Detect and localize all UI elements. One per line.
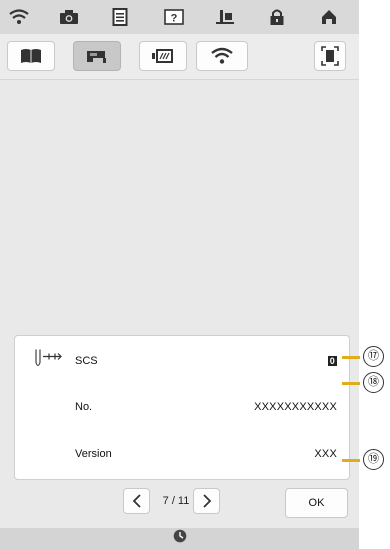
callout-number: ⑰ [363,346,384,367]
next-page-button[interactable] [193,488,220,514]
fullscreen-button[interactable] [314,41,346,71]
callout-line [342,356,360,359]
callout-18: ⑱ [342,372,390,394]
book-button[interactable] [7,41,55,71]
serial-number-row: No. XXXXXXXXXXX [15,385,351,429]
callout-17: ⑰ [342,346,390,368]
top-status-bar: ? [0,0,359,34]
svg-text:?: ? [171,13,178,25]
empty-display-area [0,80,359,328]
clock-icon[interactable] [173,529,187,548]
serial-number-label: No. [75,401,93,413]
machine-info-panel: SCS 0 No. XXXXXXXXXXX Version XXX [14,335,350,480]
home-icon[interactable] [316,5,342,29]
book-icon [21,49,41,63]
scs-row: SCS 0 [15,339,351,383]
needle-stitch-icon [33,349,63,374]
callout-number: ⑲ [363,449,384,470]
scs-value: 0 [327,356,337,366]
wifi-icon [211,47,233,64]
version-label: Version [75,448,112,460]
wifi-icon[interactable] [6,5,32,29]
version-value: XXX [314,448,337,460]
callout-19: ⑲ [342,449,390,471]
version-row: Version XXX [15,432,351,476]
callout-line [342,382,360,385]
wireless-settings-button[interactable] [196,41,248,71]
frame-icon [321,46,339,66]
serial-number-value: XXXXXXXXXXX [254,401,337,413]
callout-line [342,459,360,462]
machine-settings-button[interactable] [73,41,121,71]
embroidery-icon [152,49,173,63]
chevron-right-icon [202,494,211,508]
ok-button[interactable]: OK [285,488,348,518]
settings-category-toolbar [0,34,359,80]
embroidery-settings-button[interactable] [139,41,187,71]
lock-icon[interactable] [264,5,290,29]
page-navigation: 7 / 11 OK [0,485,359,525]
thread-icon[interactable] [212,5,238,29]
camera-icon[interactable] [56,5,82,29]
machine-icon [87,51,106,63]
scs-label: SCS [75,355,98,367]
document-icon[interactable] [107,5,133,29]
bottom-status-bar [0,528,359,549]
chevron-left-icon [132,494,141,508]
help-icon[interactable]: ? [161,5,187,29]
previous-page-button[interactable] [123,488,150,514]
page-indicator: 7 / 11 [162,495,190,507]
callout-number: ⑱ [363,372,384,393]
machine-screen: ? SCS 0 No. XXXXXXXXXXX Version XXX 7 / … [0,0,359,549]
